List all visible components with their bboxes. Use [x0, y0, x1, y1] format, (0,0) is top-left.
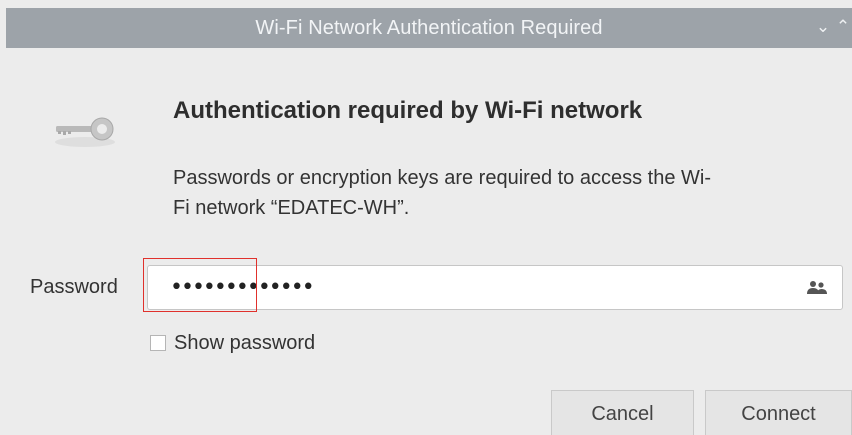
message-line-2: Fi network “EDATEC-WH”. [173, 197, 410, 219]
connect-button[interactable]: Connect [705, 390, 852, 435]
dialog-message: Passwords or encryption keys are require… [173, 163, 823, 223]
dialog-heading: Authentication required by Wi-Fi network [173, 97, 643, 124]
minimize-icon[interactable]: ⌄ [813, 15, 833, 39]
message-line-1: Passwords or encryption keys are require… [173, 167, 711, 189]
key-icon [55, 117, 115, 147]
title-bar[interactable]: Wi-Fi Network Authentication Required ⌄ … [6, 8, 852, 48]
password-value: ••••••••••••• [170, 275, 315, 300]
password-field[interactable]: ••••••••••••• [147, 265, 843, 310]
wifi-auth-dialog: Wi-Fi Network Authentication Required ⌄ … [0, 0, 852, 435]
show-password-toggle[interactable]: Show password [150, 331, 315, 355]
window-title: Wi-Fi Network Authentication Required [255, 17, 603, 39]
people-icon[interactable] [806, 279, 828, 297]
password-label: Password [30, 276, 118, 298]
show-password-checkbox[interactable] [150, 335, 166, 351]
show-password-label: Show password [174, 331, 316, 354]
cancel-button[interactable]: Cancel [551, 390, 694, 435]
